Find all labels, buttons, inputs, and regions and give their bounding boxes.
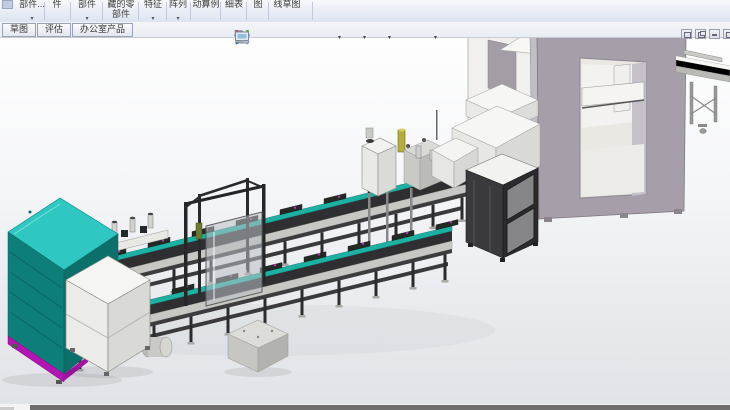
view-orientation-icon[interactable] [318, 29, 336, 47]
toolbar-overflow-icon[interactable] [681, 29, 692, 39]
apply-scene-icon[interactable] [414, 29, 432, 47]
ribbon-button-explode-line-sketch[interactable]: 线草图 [270, 0, 304, 22]
ribbon-separator [44, 2, 45, 20]
display-style-icon[interactable] [343, 29, 361, 47]
olive-cylinder [196, 223, 202, 239]
graphics-viewport[interactable]: ▾ ▾ ▾ ▾ [0, 38, 730, 404]
document-window-controls [681, 29, 730, 39]
dark-control-cabinet [466, 154, 538, 262]
tab-sketch[interactable]: 草图 [2, 23, 36, 37]
ribbon-button-assembly-features[interactable]: 特征 ▾ [140, 0, 166, 22]
ribbon-button-show-hidden-components[interactable]: 藏的零部件 [104, 0, 138, 22]
ribbon-button-mate[interactable]: 件 [46, 0, 68, 22]
hide-show-items-icon[interactable] [368, 29, 386, 47]
ribbon-separator [268, 2, 269, 20]
ribbon-separator [220, 2, 221, 20]
section-view-icon[interactable] [297, 29, 315, 47]
tab-office-products[interactable]: 办公室产品 [72, 23, 133, 37]
assembly-model-3d-view [0, 38, 730, 404]
previous-view-icon[interactable] [276, 29, 294, 47]
minimize-icon[interactable] [709, 29, 720, 39]
view-settings-icon[interactable] [439, 29, 457, 47]
dropdown-caret-icon[interactable]: ▾ [388, 29, 391, 47]
dropdown-caret-icon[interactable]: ▾ [434, 29, 437, 47]
statusbar-dark-strip [30, 405, 730, 410]
ribbon-button-component-preview[interactable]: 部件 ▾ [72, 0, 102, 22]
ribbon-separator [138, 2, 139, 20]
ribbon-separator [190, 2, 191, 20]
ribbon-button-exploded-view[interactable]: 图 [248, 0, 268, 22]
yellow-cylinder [398, 130, 405, 152]
ribbon-separator [312, 2, 313, 20]
dropdown-caret-icon[interactable]: ▾ [363, 29, 366, 47]
dropdown-caret-icon[interactable]: ▾ [338, 29, 341, 47]
close-icon[interactable] [723, 29, 730, 39]
zoom-to-area-icon[interactable] [255, 29, 273, 47]
ribbon-separator [102, 2, 103, 20]
ribbon-toolbar: 部件... ▾ 件 部件 ▾ 藏的零部件 特征 ▾ 阵列 ▾ 动算例 细表 图 … [0, 0, 730, 23]
status-bar-edge [0, 404, 730, 410]
tab-evaluate[interactable]: 评估 [37, 23, 71, 37]
ribbon-separator [246, 2, 247, 20]
ribbon-button-motion-study[interactable]: 动算例 [192, 0, 220, 22]
ribbon-button-pattern-components[interactable]: 阵列 ▾ [168, 0, 188, 22]
edit-appearance-icon[interactable] [393, 29, 411, 47]
ribbon-separator [70, 2, 71, 20]
ribbon-separator [166, 2, 167, 20]
ribbon-button-bill-of-materials[interactable]: 细表 [222, 0, 246, 22]
heads-up-view-toolbar: ▾ ▾ ▾ ▾ [234, 29, 457, 47]
restore-icon[interactable] [695, 29, 706, 39]
